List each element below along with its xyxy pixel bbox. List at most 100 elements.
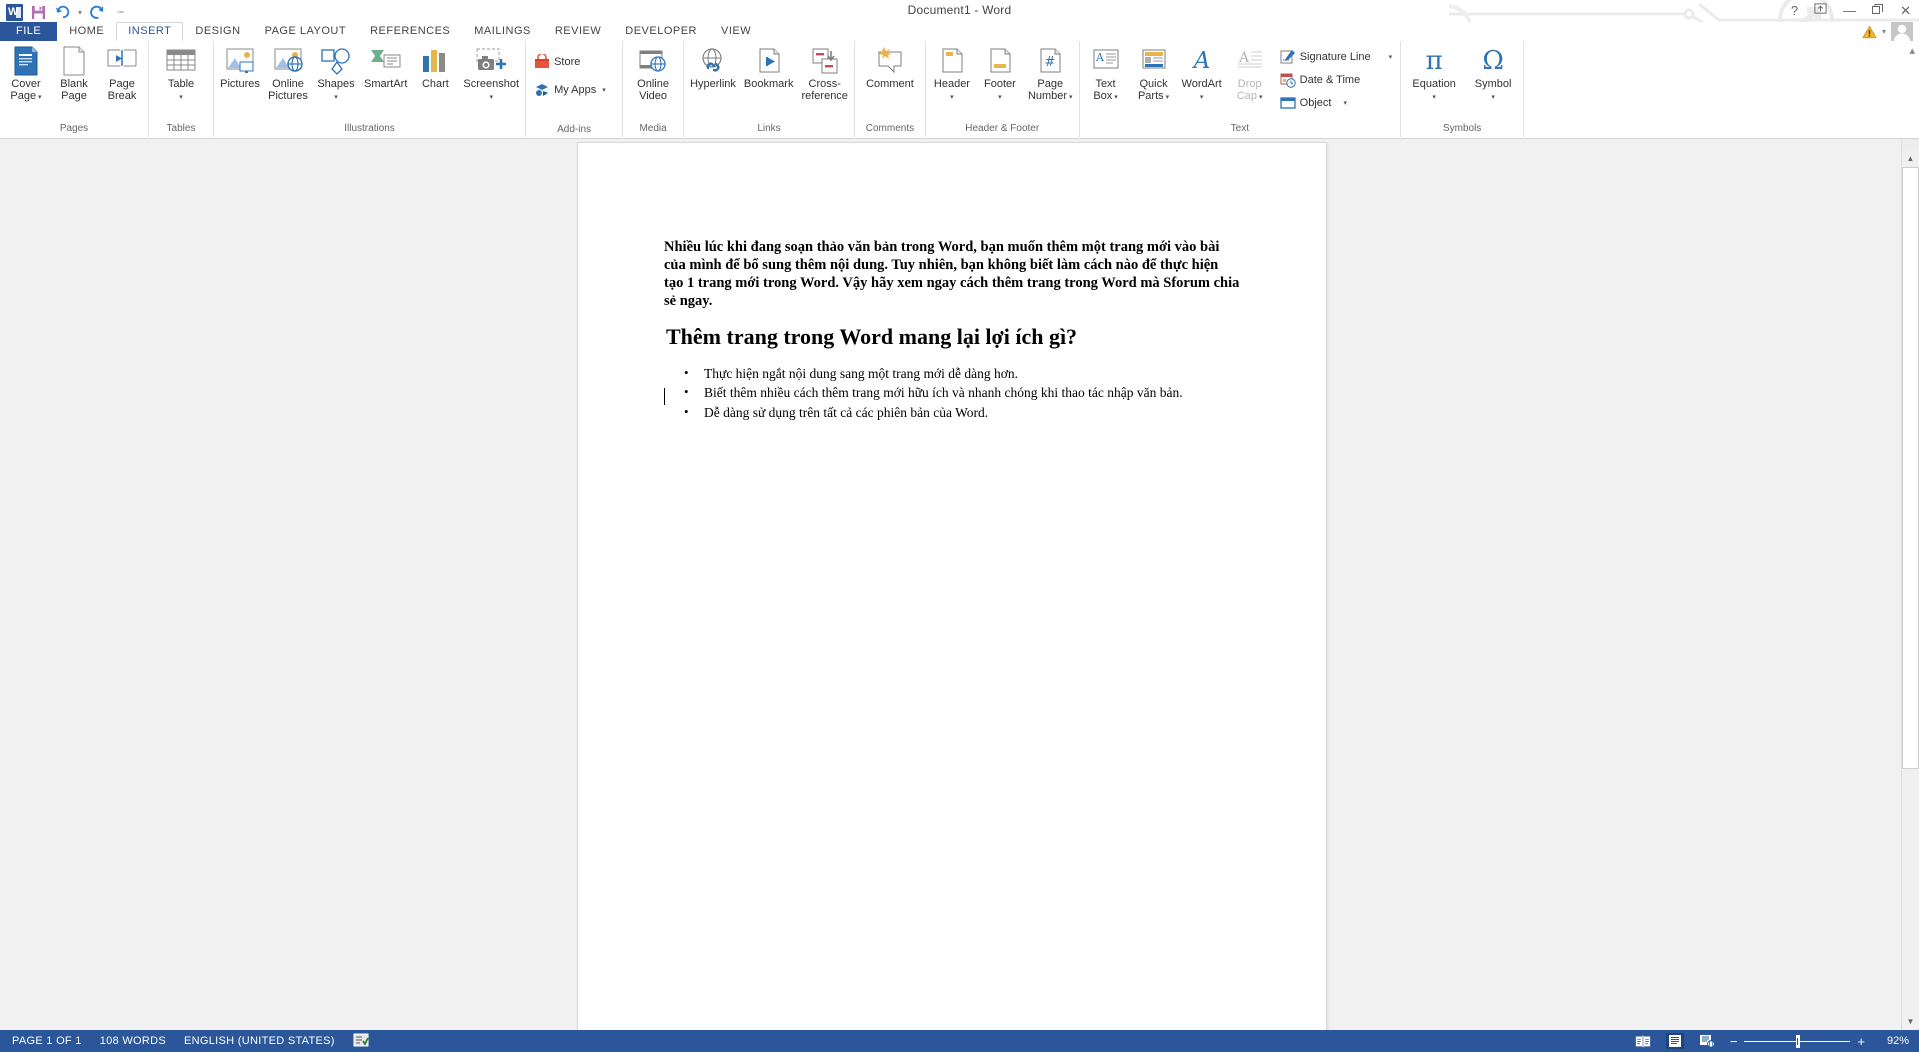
page-indicator[interactable]: PAGE 1 OF 1 bbox=[12, 1035, 82, 1047]
symbol-icon: Ω bbox=[1482, 46, 1504, 76]
pictures-button[interactable]: Pictures bbox=[216, 44, 264, 91]
group-label-add-ins: Add-ins bbox=[557, 124, 592, 136]
account-dropdown-icon[interactable]: ▾ bbox=[1882, 27, 1886, 36]
smartart-button[interactable]: SmartArt bbox=[360, 44, 411, 91]
close-button[interactable]: ✕ bbox=[1900, 3, 1911, 19]
page-break-button[interactable]: Page Break bbox=[98, 44, 146, 103]
benefits-list: Thực hiện ngắt nội dung sang một trang m… bbox=[664, 364, 1240, 421]
window-controls[interactable]: ? — ✕ bbox=[1791, 2, 1911, 19]
user-avatar[interactable] bbox=[1891, 22, 1913, 41]
group-label-text: Text bbox=[1230, 123, 1249, 134]
tab-references[interactable]: REFERENCES bbox=[358, 22, 462, 41]
help-button[interactable]: ? bbox=[1791, 3, 1798, 19]
scroll-up-arrow[interactable]: ▲ bbox=[1902, 150, 1919, 167]
vertical-scrollbar[interactable]: ▲ ▼ bbox=[1901, 139, 1919, 1030]
table-button[interactable]: Table ▾ bbox=[151, 44, 211, 105]
cross-reference-button[interactable]: Cross- reference bbox=[797, 44, 851, 103]
collapse-ribbon-button[interactable]: ▴ bbox=[1909, 44, 1915, 57]
online-video-button[interactable]: Online Video bbox=[625, 44, 681, 103]
warning-icon[interactable] bbox=[1862, 24, 1877, 39]
zoom-out-button[interactable]: − bbox=[1730, 1035, 1738, 1048]
comment-button[interactable]: Comment bbox=[857, 44, 923, 91]
text-box-button[interactable]: A Text Box ▾ bbox=[1082, 44, 1130, 105]
my-apps-dropdown-icon[interactable]: ▾ bbox=[602, 86, 606, 94]
ribbon-tab-bar[interactable]: FILE HOME INSERT DESIGN PAGE LAYOUT REFE… bbox=[0, 22, 1919, 41]
scrollbar-thumb[interactable] bbox=[1902, 167, 1919, 769]
my-apps-button[interactable]: My Apps ▾ bbox=[531, 81, 609, 99]
svg-text:#: # bbox=[1045, 55, 1056, 70]
quick-parts-label: Quick Parts ▾ bbox=[1137, 78, 1170, 102]
word-count[interactable]: 108 WORDS bbox=[100, 1035, 166, 1047]
equation-label: Equation ▾ bbox=[1412, 78, 1456, 101]
online-pictures-button[interactable]: Online Pictures bbox=[264, 44, 312, 103]
document-page[interactable]: Nhiều lúc khi đang soạn thảo văn bản tro… bbox=[578, 143, 1326, 1030]
zoom-track[interactable] bbox=[1744, 1034, 1851, 1048]
ribbon[interactable]: Cover Page ▾ Blank Page Page Break Pages bbox=[0, 41, 1919, 139]
bookmark-label: Bookmark bbox=[743, 78, 794, 90]
proofing-errors-icon[interactable] bbox=[353, 1033, 369, 1050]
bookmark-icon bbox=[755, 45, 783, 77]
bookmark-button[interactable]: Bookmark bbox=[740, 44, 798, 91]
equation-button[interactable]: π Equation ▾ bbox=[1403, 44, 1465, 105]
tab-review[interactable]: REVIEW bbox=[543, 22, 613, 41]
cover-page-button[interactable]: Cover Page ▾ bbox=[2, 44, 50, 105]
date-time-button[interactable]: Date & Time bbox=[1277, 71, 1395, 89]
print-layout-view-button[interactable] bbox=[1665, 1033, 1684, 1049]
zoom-in-button[interactable]: + bbox=[1857, 1035, 1865, 1048]
symbol-label: Symbol ▾ bbox=[1474, 78, 1512, 101]
tab-view[interactable]: VIEW bbox=[709, 22, 763, 41]
status-bar[interactable]: PAGE 1 OF 1 108 WORDS ENGLISH (UNITED ST… bbox=[0, 1030, 1919, 1052]
shapes-button[interactable]: Shapes ▾ bbox=[312, 44, 360, 105]
shapes-icon bbox=[320, 45, 352, 77]
tab-file[interactable]: FILE bbox=[0, 22, 58, 41]
blank-page-button[interactable]: Blank Page bbox=[50, 44, 98, 103]
minimize-button[interactable]: — bbox=[1843, 3, 1856, 19]
section-heading: Thêm trang trong Word mang lại lợi ích g… bbox=[666, 323, 1078, 349]
tab-design[interactable]: DESIGN bbox=[183, 22, 252, 41]
document-workspace[interactable]: Nhiều lúc khi đang soạn thảo văn bản tro… bbox=[0, 139, 1919, 1030]
signature-line-dropdown-icon[interactable]: ▾ bbox=[1389, 53, 1393, 61]
ribbon-display-options-button[interactable] bbox=[1814, 2, 1827, 19]
chart-label: Chart bbox=[421, 78, 449, 90]
scroll-down-arrow[interactable]: ▼ bbox=[1902, 1013, 1919, 1030]
signature-line-button[interactable]: Signature Line ▾ bbox=[1277, 48, 1395, 66]
web-layout-view-button[interactable] bbox=[1698, 1033, 1716, 1049]
tab-mailings[interactable]: MAILINGS bbox=[462, 22, 543, 41]
tab-developer[interactable]: DEVELOPER bbox=[613, 22, 709, 41]
hyperlink-button[interactable]: Hyperlink bbox=[686, 44, 740, 91]
store-button[interactable]: Store bbox=[531, 53, 583, 71]
footer-button[interactable]: Footer ▾ bbox=[976, 44, 1024, 105]
chart-button[interactable]: Chart bbox=[411, 44, 459, 91]
object-dropdown-icon[interactable]: ▾ bbox=[1343, 99, 1347, 107]
symbol-button[interactable]: Ω Symbol ▾ bbox=[1465, 44, 1521, 105]
my-apps-icon bbox=[534, 82, 550, 98]
blank-page-label: Blank Page bbox=[60, 78, 88, 102]
footer-label: Footer ▾ bbox=[984, 78, 1016, 101]
page-break-icon bbox=[107, 45, 137, 77]
tab-insert[interactable]: INSERT bbox=[116, 22, 184, 41]
restore-button[interactable] bbox=[1872, 3, 1884, 19]
group-label-tables: Tables bbox=[166, 123, 196, 134]
header-button[interactable]: Header ▾ bbox=[928, 44, 976, 105]
account-area[interactable]: ▾ bbox=[1862, 22, 1913, 41]
page-number-button[interactable]: # Page Number ▾ bbox=[1024, 44, 1077, 105]
smartart-icon bbox=[370, 45, 402, 77]
language-indicator[interactable]: ENGLISH (UNITED STATES) bbox=[184, 1035, 335, 1047]
group-label-symbols: Symbols bbox=[1442, 123, 1482, 134]
zoom-slider[interactable]: − + bbox=[1730, 1034, 1865, 1048]
drop-cap-button[interactable]: A Drop Cap ▾ bbox=[1226, 44, 1274, 105]
object-button[interactable]: Object ▾ bbox=[1277, 94, 1395, 112]
screenshot-button[interactable]: Screenshot ▾ bbox=[459, 44, 523, 105]
tab-page-layout[interactable]: PAGE LAYOUT bbox=[253, 22, 359, 41]
zoom-center-tick bbox=[1797, 1037, 1799, 1045]
wordart-button[interactable]: A WordArt ▾ bbox=[1178, 44, 1226, 105]
quick-parts-button[interactable]: Quick Parts ▾ bbox=[1130, 44, 1178, 105]
tab-home[interactable]: HOME bbox=[57, 22, 116, 41]
zoom-level[interactable]: 92% bbox=[1879, 1035, 1909, 1047]
document-content[interactable]: Nhiều lúc khi đang soạn thảo văn bản tro… bbox=[664, 239, 1240, 422]
group-label-media: Media bbox=[639, 123, 667, 134]
read-mode-view-button[interactable] bbox=[1634, 1033, 1652, 1049]
svg-text:A: A bbox=[1095, 51, 1105, 64]
intro-paragraph: Nhiều lúc khi đang soạn thảo văn bản tro… bbox=[664, 239, 1240, 309]
smartart-label: SmartArt bbox=[364, 78, 408, 90]
